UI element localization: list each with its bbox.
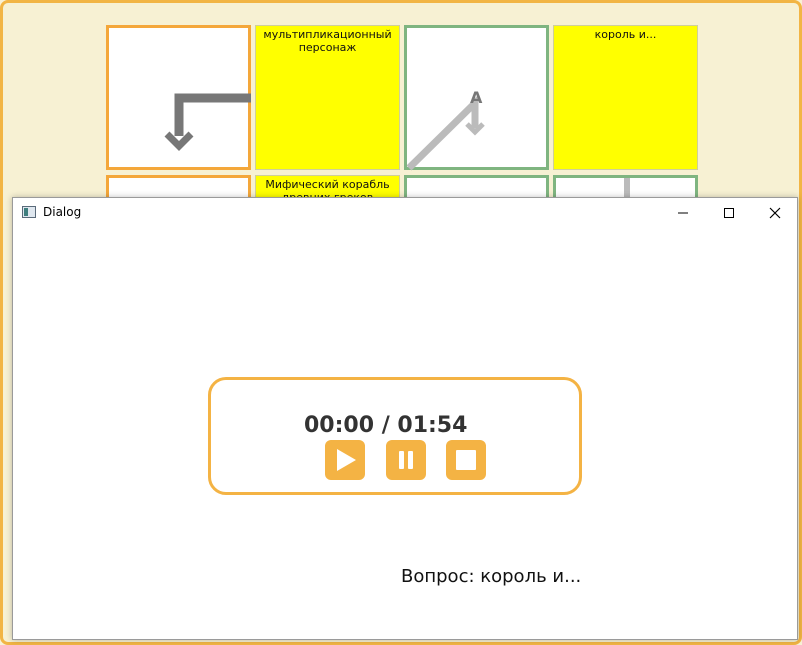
answer-cell[interactable] [106, 25, 251, 170]
stop-icon [456, 450, 476, 470]
maximize-icon [724, 208, 734, 218]
stop-button[interactable] [446, 440, 486, 480]
question-label: Вопрос: король и... [401, 566, 582, 587]
arrow-down-left-icon [164, 93, 251, 151]
minimize-button[interactable] [660, 198, 706, 228]
maximize-button[interactable] [706, 198, 752, 228]
play-icon [337, 449, 356, 471]
clue-text: мультипликационный персонаж [263, 28, 392, 54]
close-icon [769, 207, 781, 219]
minimize-icon [678, 212, 688, 214]
clue-cell[interactable]: король и... [553, 25, 698, 170]
pause-button[interactable] [386, 440, 426, 480]
app-icon [22, 206, 36, 218]
play-button[interactable] [325, 440, 365, 480]
window-title: Dialog [43, 205, 82, 219]
close-button[interactable] [752, 198, 798, 228]
clue-cell[interactable]: мультипликационный персонаж [255, 25, 400, 170]
playback-time: 00:00 / 01:54 [304, 413, 468, 438]
audio-player: 00:00 / 01:54 [208, 377, 582, 495]
dialog-window: Dialog 00:00 / 01:54 Вопрос: король и... [12, 197, 798, 640]
pause-icon [399, 451, 413, 469]
clue-text: король и... [594, 28, 657, 41]
answer-cell[interactable]: A [404, 25, 549, 171]
arrow-letter: A [470, 88, 483, 107]
title-bar[interactable]: Dialog [13, 198, 797, 228]
